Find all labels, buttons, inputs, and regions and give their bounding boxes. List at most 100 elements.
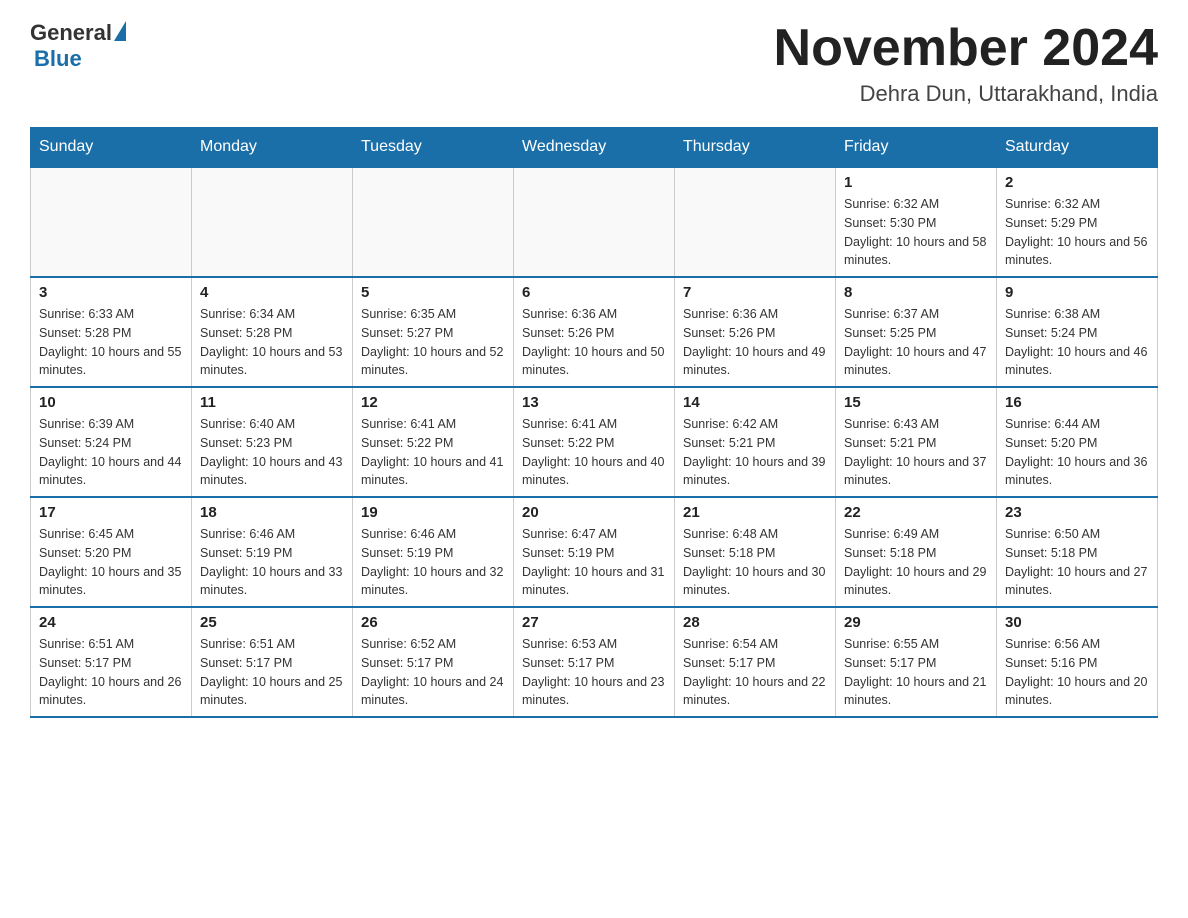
day-info: Sunrise: 6:38 AMSunset: 5:24 PMDaylight:… (1005, 305, 1149, 380)
day-info: Sunrise: 6:50 AMSunset: 5:18 PMDaylight:… (1005, 525, 1149, 600)
day-number: 22 (844, 504, 988, 521)
calendar-cell-w5-d6: 30Sunrise: 6:56 AMSunset: 5:16 PMDayligh… (997, 607, 1158, 717)
day-info: Sunrise: 6:37 AMSunset: 5:25 PMDaylight:… (844, 305, 988, 380)
day-number: 16 (1005, 394, 1149, 411)
calendar-cell-w3-d1: 11 Sunrise: 6:40 AMSunset: 5:23 PMDayligh… (192, 387, 353, 497)
header-friday: Friday (836, 128, 997, 168)
calendar-cell-w5-d5: 29 Sunrise: 6:55 AMSunset: 5:17 PMDayligh… (836, 607, 997, 717)
day-info: Sunrise: 6:45 AMSunset: 5:20 PMDaylight:… (39, 525, 183, 600)
header-monday: Monday (192, 128, 353, 168)
calendar-cell-w1-d5: 1 Sunrise: 6:32 AMSunset: 5:30 PMDaylight… (836, 167, 997, 277)
day-number: 15 (844, 394, 988, 411)
header-sunday: Sunday (31, 128, 192, 168)
calendar-cell-w1-d3 (514, 167, 675, 277)
calendar-cell-w3-d4: 14 Sunrise: 6:42 AMSunset: 5:21 PMDayligh… (675, 387, 836, 497)
week-row-1: 1 Sunrise: 6:32 AMSunset: 5:30 PMDaylight… (31, 167, 1158, 277)
day-number: 23 (1005, 504, 1149, 521)
day-number: 14 (683, 394, 827, 411)
header-wednesday: Wednesday (514, 128, 675, 168)
day-number: 21 (683, 504, 827, 521)
header-tuesday: Tuesday (353, 128, 514, 168)
calendar-header-row: Sunday Monday Tuesday Wednesday Thursday… (31, 128, 1158, 168)
calendar-cell-w2-d0: 3 Sunrise: 6:33 AMSunset: 5:28 PMDaylight… (31, 277, 192, 387)
day-number: 19 (361, 504, 505, 521)
day-number: 13 (522, 394, 666, 411)
calendar-cell-w3-d5: 15 Sunrise: 6:43 AMSunset: 5:21 PMDayligh… (836, 387, 997, 497)
day-number: 12 (361, 394, 505, 411)
calendar-table: Sunday Monday Tuesday Wednesday Thursday… (30, 127, 1158, 718)
calendar-cell-w2-d1: 4 Sunrise: 6:34 AMSunset: 5:28 PMDaylight… (192, 277, 353, 387)
logo: General Blue (30, 20, 126, 72)
calendar-cell-w1-d0 (31, 167, 192, 277)
day-info: Sunrise: 6:53 AMSunset: 5:17 PMDaylight:… (522, 635, 666, 710)
calendar-cell-w4-d2: 19 Sunrise: 6:46 AMSunset: 5:19 PMDayligh… (353, 497, 514, 607)
calendar-cell-w2-d6: 9Sunrise: 6:38 AMSunset: 5:24 PMDaylight… (997, 277, 1158, 387)
day-number: 10 (39, 394, 183, 411)
day-info: Sunrise: 6:40 AMSunset: 5:23 PMDaylight:… (200, 415, 344, 490)
page-subtitle: Dehra Dun, Uttarakhand, India (774, 81, 1158, 107)
day-info: Sunrise: 6:34 AMSunset: 5:28 PMDaylight:… (200, 305, 344, 380)
day-info: Sunrise: 6:46 AMSunset: 5:19 PMDaylight:… (361, 525, 505, 600)
calendar-cell-w4-d4: 21Sunrise: 6:48 AMSunset: 5:18 PMDayligh… (675, 497, 836, 607)
day-info: Sunrise: 6:47 AMSunset: 5:19 PMDaylight:… (522, 525, 666, 600)
header-thursday: Thursday (675, 128, 836, 168)
day-number: 1 (844, 174, 988, 191)
calendar-cell-w1-d1 (192, 167, 353, 277)
logo-blue-text: Blue (34, 46, 82, 72)
header-saturday: Saturday (997, 128, 1158, 168)
day-number: 7 (683, 284, 827, 301)
day-info: Sunrise: 6:32 AMSunset: 5:30 PMDaylight:… (844, 195, 988, 270)
day-info: Sunrise: 6:44 AMSunset: 5:20 PMDaylight:… (1005, 415, 1149, 490)
day-number: 8 (844, 284, 988, 301)
day-info: Sunrise: 6:39 AMSunset: 5:24 PMDaylight:… (39, 415, 183, 490)
day-number: 5 (361, 284, 505, 301)
day-number: 4 (200, 284, 344, 301)
day-number: 20 (522, 504, 666, 521)
day-info: Sunrise: 6:49 AMSunset: 5:18 PMDaylight:… (844, 525, 988, 600)
calendar-cell-w4-d1: 18 Sunrise: 6:46 AMSunset: 5:19 PMDayligh… (192, 497, 353, 607)
day-info: Sunrise: 6:35 AMSunset: 5:27 PMDaylight:… (361, 305, 505, 380)
day-number: 29 (844, 614, 988, 631)
calendar-cell-w1-d4 (675, 167, 836, 277)
day-info: Sunrise: 6:36 AMSunset: 5:26 PMDaylight:… (522, 305, 666, 380)
logo-triangle-icon (114, 21, 126, 41)
calendar-cell-w2-d5: 8 Sunrise: 6:37 AMSunset: 5:25 PMDaylight… (836, 277, 997, 387)
day-info: Sunrise: 6:54 AMSunset: 5:17 PMDaylight:… (683, 635, 827, 710)
week-row-5: 24 Sunrise: 6:51 AMSunset: 5:17 PMDayligh… (31, 607, 1158, 717)
week-row-3: 10 Sunrise: 6:39 AMSunset: 5:24 PMDayligh… (31, 387, 1158, 497)
day-number: 25 (200, 614, 344, 631)
day-info: Sunrise: 6:41 AMSunset: 5:22 PMDaylight:… (361, 415, 505, 490)
day-info: Sunrise: 6:55 AMSunset: 5:17 PMDaylight:… (844, 635, 988, 710)
day-number: 30 (1005, 614, 1149, 631)
page-title: November 2024 (774, 20, 1158, 77)
calendar-cell-w4-d6: 23 Sunrise: 6:50 AMSunset: 5:18 PMDayligh… (997, 497, 1158, 607)
calendar-cell-w2-d4: 7Sunrise: 6:36 AMSunset: 5:26 PMDaylight… (675, 277, 836, 387)
day-info: Sunrise: 6:51 AMSunset: 5:17 PMDaylight:… (39, 635, 183, 710)
title-section: November 2024 Dehra Dun, Uttarakhand, In… (774, 20, 1158, 107)
day-number: 6 (522, 284, 666, 301)
day-info: Sunrise: 6:33 AMSunset: 5:28 PMDaylight:… (39, 305, 183, 380)
week-row-4: 17 Sunrise: 6:45 AMSunset: 5:20 PMDayligh… (31, 497, 1158, 607)
day-number: 27 (522, 614, 666, 631)
day-number: 18 (200, 504, 344, 521)
page-header: General Blue November 2024 Dehra Dun, Ut… (30, 20, 1158, 107)
day-number: 3 (39, 284, 183, 301)
calendar-cell-w5-d1: 25 Sunrise: 6:51 AMSunset: 5:17 PMDayligh… (192, 607, 353, 717)
day-info: Sunrise: 6:43 AMSunset: 5:21 PMDaylight:… (844, 415, 988, 490)
calendar-cell-w4-d5: 22 Sunrise: 6:49 AMSunset: 5:18 PMDayligh… (836, 497, 997, 607)
day-info: Sunrise: 6:32 AMSunset: 5:29 PMDaylight:… (1005, 195, 1149, 270)
day-number: 17 (39, 504, 183, 521)
day-info: Sunrise: 6:51 AMSunset: 5:17 PMDaylight:… (200, 635, 344, 710)
day-info: Sunrise: 6:42 AMSunset: 5:21 PMDaylight:… (683, 415, 827, 490)
day-info: Sunrise: 6:52 AMSunset: 5:17 PMDaylight:… (361, 635, 505, 710)
calendar-cell-w4-d0: 17 Sunrise: 6:45 AMSunset: 5:20 PMDayligh… (31, 497, 192, 607)
logo-general-text: General (30, 20, 112, 46)
day-number: 11 (200, 394, 344, 411)
calendar-cell-w5-d3: 27 Sunrise: 6:53 AMSunset: 5:17 PMDayligh… (514, 607, 675, 717)
calendar-cell-w5-d4: 28Sunrise: 6:54 AMSunset: 5:17 PMDayligh… (675, 607, 836, 717)
calendar-cell-w2-d2: 5 Sunrise: 6:35 AMSunset: 5:27 PMDaylight… (353, 277, 514, 387)
day-number: 26 (361, 614, 505, 631)
calendar-cell-w4-d3: 20 Sunrise: 6:47 AMSunset: 5:19 PMDayligh… (514, 497, 675, 607)
day-info: Sunrise: 6:46 AMSunset: 5:19 PMDaylight:… (200, 525, 344, 600)
day-number: 24 (39, 614, 183, 631)
